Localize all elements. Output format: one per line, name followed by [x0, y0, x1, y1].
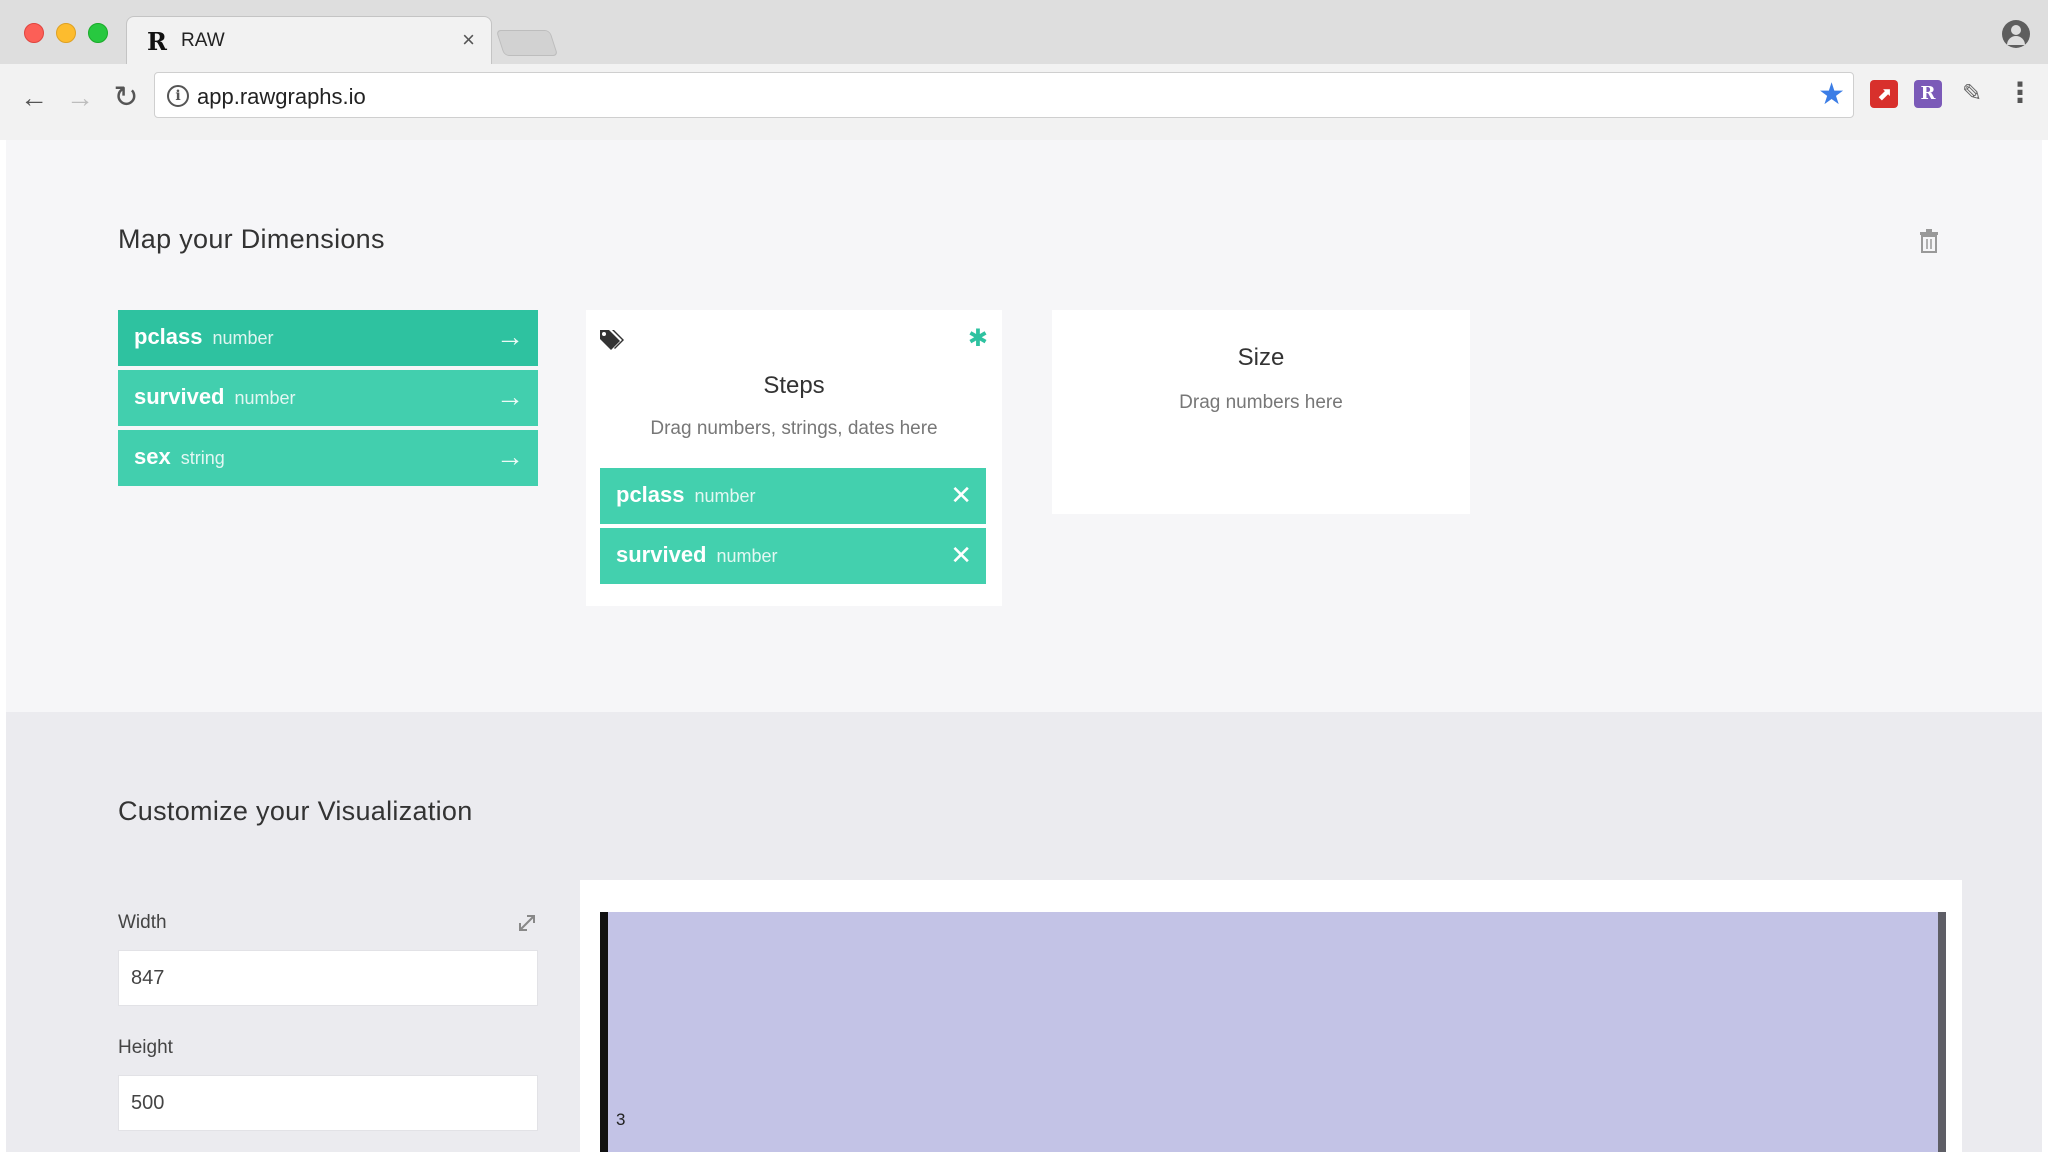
pdf-extension-icon[interactable]: ⬈: [1870, 80, 1898, 108]
star-icon[interactable]: ★: [1818, 79, 1845, 111]
visualization-bar: [600, 912, 1946, 1152]
slot-dimension-name: pclass: [616, 482, 685, 507]
width-input[interactable]: [118, 950, 538, 1006]
dimension-type: number: [212, 328, 274, 348]
remove-icon[interactable]: ✕: [950, 480, 972, 510]
remove-icon[interactable]: ✕: [950, 540, 972, 570]
steps-card-title: Steps: [763, 372, 825, 399]
dimension-name: survived: [134, 384, 225, 409]
steps-card-hint: Drag numbers, strings, dates here: [650, 418, 938, 439]
map-dimensions-section: Map your Dimensions pclass number → survi…: [6, 140, 2042, 712]
slot-dimension-type: number: [716, 546, 778, 566]
dimension-name: pclass: [134, 324, 203, 349]
browser-toolbar: ← → ↻ i app.rawgraphs.io ★ ⬈ R ✎ ⋮: [0, 64, 2048, 140]
tab-strip: R RAW ×: [0, 0, 2048, 64]
minimize-window-button[interactable]: [56, 23, 76, 43]
new-tab-button[interactable]: [495, 30, 559, 56]
browser-chrome: R RAW × ← → ↻ i app.rawgraphs.io ★ ⬈ R ✎…: [0, 0, 2048, 140]
size-drop-card[interactable]: Size Drag numbers here: [1052, 310, 1470, 514]
r-extension-icon[interactable]: R: [1914, 80, 1942, 108]
expand-icon[interactable]: [516, 912, 538, 934]
dimension-name: sex: [134, 444, 171, 469]
size-card-title: Size: [1237, 344, 1285, 371]
section-title-customize: Customize your Visualization: [118, 796, 473, 826]
dimension-survived[interactable]: survived number →: [118, 370, 538, 426]
forward-arrow-icon[interactable]: →: [60, 78, 100, 118]
dimension-type: string: [180, 448, 225, 468]
browser-tab[interactable]: R RAW ×: [126, 16, 492, 64]
width-label: Width: [118, 912, 167, 933]
height-label: Height: [118, 1037, 173, 1058]
raw-favicon-icon: R: [147, 27, 167, 56]
arrow-right-icon: →: [496, 441, 524, 472]
steps-slot-pclass[interactable]: pclass number ✕: [600, 468, 986, 524]
back-arrow-icon[interactable]: ←: [14, 78, 54, 118]
arrow-right-icon: →: [496, 381, 524, 412]
maximize-window-button[interactable]: [88, 23, 108, 43]
required-asterisk-icon: ✱: [967, 325, 988, 352]
visualization-label: 3: [616, 1110, 626, 1129]
info-icon[interactable]: i: [167, 85, 189, 107]
address-bar[interactable]: i app.rawgraphs.io ★: [154, 72, 1854, 118]
url-text[interactable]: app.rawgraphs.io: [197, 84, 366, 110]
dimension-type: number: [234, 388, 296, 408]
slot-dimension-type: number: [694, 486, 756, 506]
profile-icon[interactable]: [2002, 20, 2030, 48]
dimension-sex[interactable]: sex string →: [118, 430, 538, 486]
steps-slot-survived[interactable]: survived number ✕: [600, 528, 986, 584]
tab-title: RAW: [181, 30, 225, 51]
tags-icon: [600, 330, 624, 350]
tab-close-icon[interactable]: ×: [462, 28, 475, 52]
section-title-dimensions: Map your Dimensions: [118, 224, 385, 254]
slot-dimension-name: survived: [616, 542, 707, 567]
height-input[interactable]: [118, 1075, 538, 1131]
size-card-hint: Drag numbers here: [1179, 392, 1343, 413]
eyedropper-extension-icon[interactable]: ✎: [1958, 80, 1986, 108]
reload-icon[interactable]: ↻: [106, 78, 146, 118]
close-window-button[interactable]: [24, 23, 44, 43]
dimension-pclass[interactable]: pclass number →: [118, 310, 538, 366]
trash-icon[interactable]: [1918, 228, 1940, 254]
steps-drop-card[interactable]: ✱ Steps Drag numbers, strings, dates her…: [586, 310, 1002, 606]
arrow-right-icon: →: [496, 321, 524, 352]
kebab-menu-icon[interactable]: ⋮: [2006, 78, 2034, 108]
